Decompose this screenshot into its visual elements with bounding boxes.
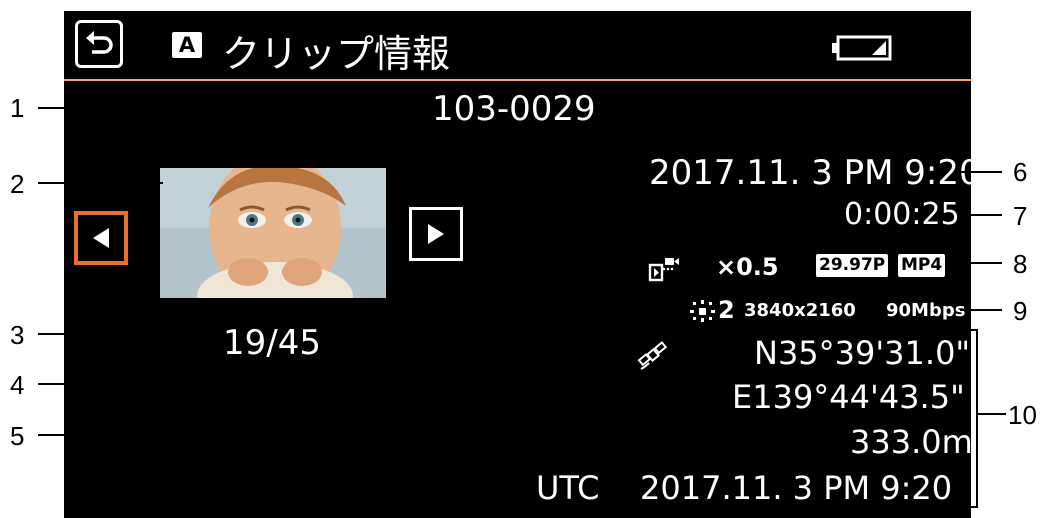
camera-screen: A クリップ情報 103-0029 19/45 2017.11. 3 PM 9:… [64, 11, 971, 518]
callout-1: 1 [10, 93, 25, 123]
page-title: クリップ情報 [222, 32, 451, 76]
callout-line-5c [527, 308, 687, 310]
callout-5: 5 [10, 421, 25, 451]
mode-badge: A [172, 32, 202, 58]
callout-bracket-10-bot [962, 506, 978, 508]
callout-line-4a [38, 383, 490, 385]
resolution: 3840x2160 [744, 300, 856, 321]
clip-thumbnail [160, 168, 386, 298]
callout-line-3 [38, 333, 210, 335]
callout-9: 9 [1013, 296, 1028, 326]
next-clip-button[interactable] [409, 207, 463, 261]
callout-line-7 [960, 214, 1002, 216]
clip-number: 103-0029 [432, 89, 596, 129]
callout-8: 8 [1013, 249, 1028, 279]
clip-datetime: 2017.11. 3 PM 9:20 [649, 153, 971, 193]
satellite-icon [637, 341, 668, 370]
callout-line-1 [38, 107, 433, 109]
clip-index: 19/45 [223, 323, 321, 363]
callout-line-8 [960, 262, 1002, 264]
frame-rate-badge: 29.97P [816, 254, 889, 277]
utc-label: UTC [536, 469, 600, 507]
header-divider [64, 79, 971, 81]
callout-2: 2 [10, 169, 25, 199]
battery-icon [832, 35, 892, 61]
back-button[interactable] [75, 20, 123, 68]
callout-line-9 [960, 309, 1002, 311]
file-format-badge: MP4 [898, 254, 946, 277]
callout-bracket-10-top [962, 329, 978, 331]
gps-latitude: N35°39'31.0" [754, 334, 971, 372]
callout-line-4b [489, 261, 491, 385]
slow-motion-icon [648, 258, 679, 282]
playback-speed: ×0.5 [716, 253, 779, 281]
bitrate: 90Mbps [886, 300, 966, 321]
gps-altitude: 333.0m [850, 423, 971, 461]
prev-clip-button[interactable] [74, 211, 128, 265]
callout-3: 3 [10, 320, 25, 350]
callout-line-6 [960, 171, 1002, 173]
codec-quality-icon [690, 300, 715, 322]
utc-datetime: 2017.11. 3 PM 9:20 [640, 469, 953, 507]
callout-line-10 [976, 413, 1006, 415]
triangle-left-icon [93, 228, 109, 248]
callout-line-5b [527, 308, 529, 436]
triangle-right-icon [428, 224, 444, 244]
callout-6: 6 [1013, 157, 1028, 187]
back-arrow-icon [86, 31, 113, 54]
callout-7: 7 [1013, 201, 1028, 231]
callout-line-5a [38, 434, 528, 436]
callout-10: 10 [1008, 400, 1037, 430]
gps-longitude: E139°44'43.5" [732, 378, 965, 416]
callout-4: 4 [10, 370, 25, 400]
callout-line-4c [489, 261, 647, 263]
callout-line-2 [38, 182, 163, 184]
callout-bracket-10-v [976, 329, 978, 508]
clip-duration: 0:00:25 [844, 197, 960, 232]
codec-level: 2 [718, 296, 735, 324]
